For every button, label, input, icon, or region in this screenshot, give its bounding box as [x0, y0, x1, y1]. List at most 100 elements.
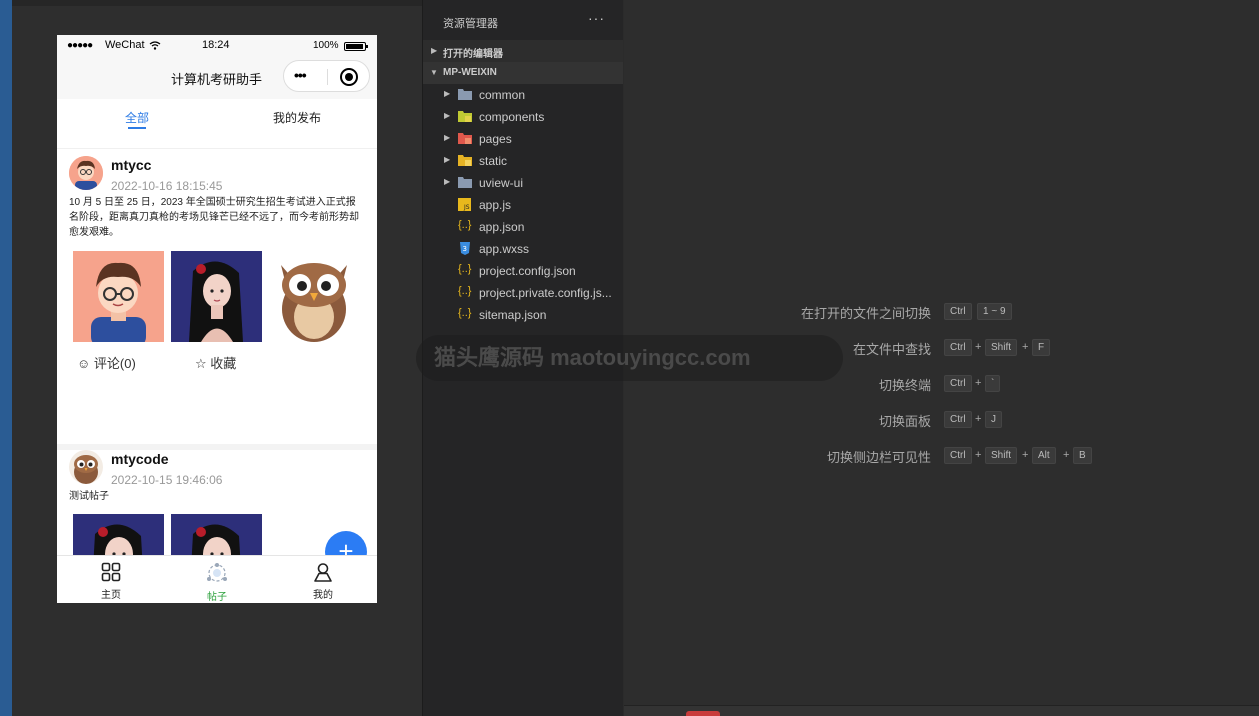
chevron-right-icon: ▶: [444, 155, 451, 164]
post-text: 10 月 5 日至 25 日，2023 年全国硕士研究生招生考试进入正式报名阶段…: [69, 197, 359, 238]
status-bar: ●●●●● WeChat 18:24 100%: [57, 35, 377, 57]
watermark: 猫头鹰源码 maotouyingcc.com: [416, 335, 843, 381]
tree-item-label: common: [479, 88, 526, 102]
more-actions-icon[interactable]: ···: [588, 10, 605, 26]
wifi-icon: [149, 41, 161, 50]
post-image[interactable]: [269, 251, 360, 342]
carrier-label: WeChat: [105, 39, 145, 51]
tabbar-label: 主页: [101, 590, 121, 601]
avatar[interactable]: [69, 450, 103, 484]
posts-icon: [207, 563, 227, 582]
post-image[interactable]: [73, 251, 164, 342]
tree-item-uview-ui[interactable]: ▶ uview-ui: [423, 172, 623, 194]
comment-icon: ☺: [77, 356, 91, 371]
open-editors-section[interactable]: ▶ 打开的编辑器: [423, 40, 623, 62]
tree-item-app-json[interactable]: {..} app.json: [423, 216, 623, 238]
plus-sign: +: [975, 377, 982, 389]
tabbar-item-mine[interactable]: 我的: [293, 562, 353, 601]
tree-item-label: static: [479, 154, 508, 168]
phone-simulator: ●●●●● WeChat 18:24 100% 计算机考研助手 ••• 全部 我…: [57, 35, 377, 603]
tree-item-project-private-config[interactable]: {..} project.private.config.js...: [423, 282, 623, 304]
post-image[interactable]: [73, 514, 164, 555]
more-icon[interactable]: •••: [294, 67, 307, 83]
star-icon: ☆: [195, 356, 207, 371]
post-author[interactable]: mtycode: [111, 451, 169, 467]
key-cap: F: [1032, 339, 1051, 356]
pages-folder-icon: [458, 133, 472, 144]
tabbar-item-home[interactable]: 主页: [81, 562, 141, 601]
tab-all[interactable]: 全部: [125, 109, 149, 126]
chevron-right-icon: ▶: [431, 46, 438, 55]
clock: 18:24: [202, 39, 230, 51]
page-content: 全部 我的发布 mtycc 2022-10-16 18:15:45 10 月 5…: [57, 99, 377, 573]
components-folder-icon: [458, 111, 472, 122]
js-file-icon: JS: [458, 198, 471, 211]
favorite-button[interactable]: ☆ 收藏: [195, 353, 236, 372]
key-cap: `: [985, 375, 1001, 392]
simulator-toolbar: [12, 0, 422, 6]
active-tab-indicator: [128, 127, 146, 129]
tree-item-label: app.json: [479, 220, 525, 234]
json-file-icon: {..}: [458, 285, 472, 297]
tabbar-item-posts[interactable]: 帖子: [187, 562, 247, 603]
key-cap: Ctrl: [944, 375, 972, 392]
chevron-right-icon: ▶: [444, 111, 451, 120]
tab-my-posts[interactable]: 我的发布: [273, 109, 321, 126]
post-date: 2022-10-15 19:46:06: [111, 473, 223, 487]
tree-item-app-js[interactable]: JS app.js: [423, 194, 623, 216]
plus-sign: +: [1063, 449, 1070, 461]
error-badge[interactable]: [686, 711, 720, 716]
bottom-tabbar: 主页 帖子 我的: [57, 555, 377, 603]
key-cap: Alt: [1032, 447, 1056, 464]
static-folder-icon: [458, 155, 472, 166]
tree-item-components[interactable]: ▶ components: [423, 106, 623, 128]
shortcut-label: 切换面板: [878, 414, 931, 429]
project-root-section[interactable]: ▼ MP-WEIXIN: [423, 62, 623, 84]
tree-item-pages[interactable]: ▶ pages: [423, 128, 623, 150]
home-grid-icon: [101, 562, 121, 582]
close-mini-program-icon[interactable]: [340, 68, 358, 86]
key-cap: Ctrl: [944, 339, 972, 356]
key-cap: Ctrl: [944, 411, 972, 428]
post-card[interactable]: mtycc 2022-10-16 18:15:45 10 月 5 日至 25 日…: [57, 149, 377, 444]
tree-item-static[interactable]: ▶ static: [423, 150, 623, 172]
post-tabs: 全部 我的发布: [57, 99, 377, 149]
devtools-window: ●●●●● WeChat 18:24 100% 计算机考研助手 ••• 全部 我…: [0, 0, 1259, 716]
tabbar-label: 我的: [313, 590, 333, 601]
key-cap: Shift: [985, 447, 1018, 464]
activity-strip: [0, 0, 12, 716]
tree-item-sitemap[interactable]: {..} sitemap.json: [423, 304, 623, 326]
comment-button[interactable]: ☺ 评论(0): [77, 353, 136, 372]
comment-count: 评论(0): [93, 356, 136, 371]
tree-item-label: project.config.json: [479, 264, 576, 278]
chevron-down-icon: ▼: [430, 68, 438, 77]
key-cap: Ctrl: [944, 303, 972, 320]
plus-sign: +: [975, 449, 982, 461]
post-image[interactable]: [171, 514, 262, 555]
key-cap: Ctrl: [944, 447, 972, 464]
open-editors-title: 打开的编辑器: [443, 49, 503, 60]
signal-icon: ●●●●●: [67, 40, 93, 51]
tree-item-label: pages: [479, 132, 512, 146]
json-file-icon: {..}: [458, 307, 472, 319]
project-root-title: MP-WEIXIN: [443, 67, 497, 78]
capsule-menu[interactable]: •••: [283, 60, 370, 92]
tree-item-label: components: [479, 110, 545, 124]
post-text: 测试帖子: [69, 491, 109, 502]
shortcut-label: 在打开的文件之间切换: [800, 306, 931, 321]
tree-item-app-wxss[interactable]: 3 app.wxss: [423, 238, 623, 260]
avatar[interactable]: [69, 156, 103, 190]
chevron-right-icon: ▶: [444, 89, 451, 98]
post-author[interactable]: mtycc: [111, 157, 151, 173]
json-file-icon: {..}: [458, 219, 472, 231]
chevron-right-icon: ▶: [444, 133, 451, 142]
plus-sign: +: [975, 341, 982, 353]
capsule-divider: [327, 69, 328, 85]
key-cap: J: [985, 411, 1002, 428]
svg-text:JS: JS: [463, 204, 470, 211]
tree-item-project-config[interactable]: {..} project.config.json: [423, 260, 623, 282]
mini-program-navbar: 计算机考研助手 •••: [57, 57, 377, 99]
favorite-label: 收藏: [210, 356, 237, 371]
post-image[interactable]: [171, 251, 262, 342]
tree-item-common[interactable]: ▶ common: [423, 84, 623, 106]
